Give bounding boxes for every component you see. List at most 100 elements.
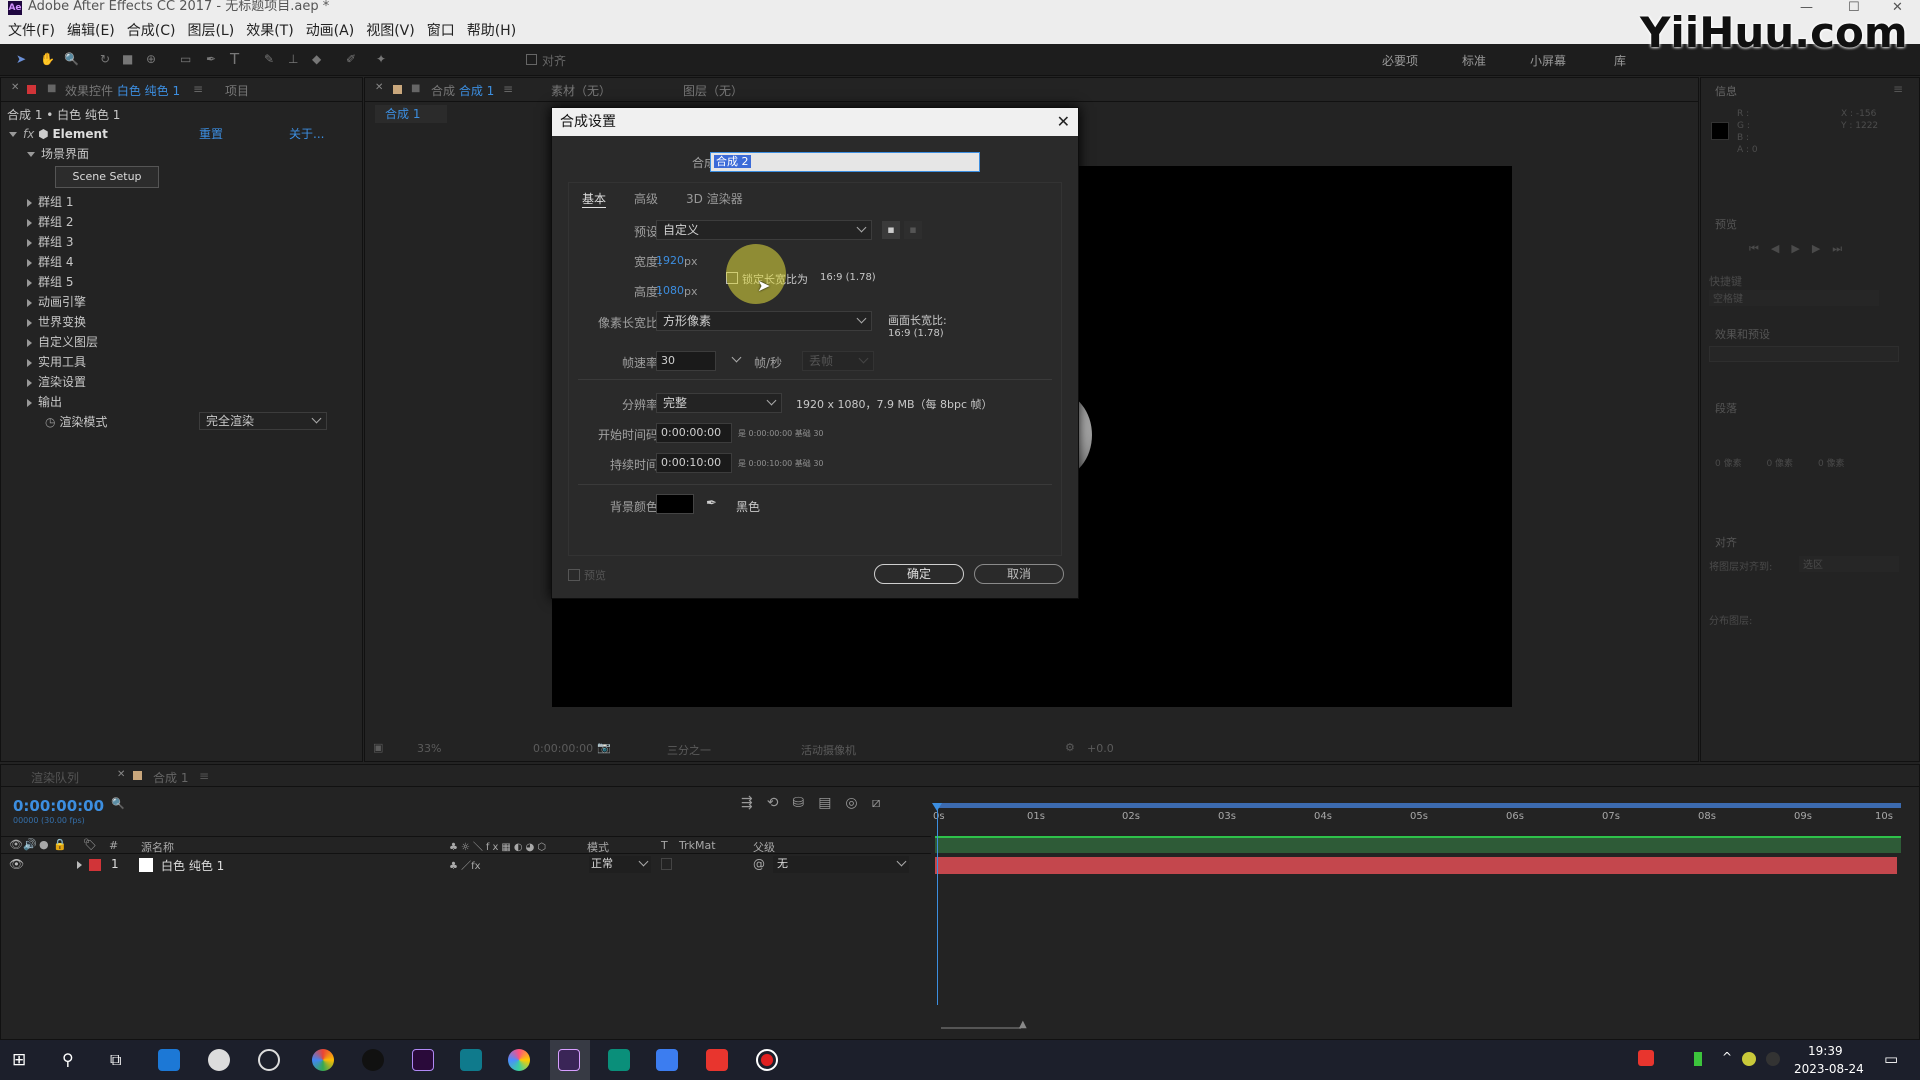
magnifier-app-icon[interactable] — [258, 1049, 280, 1071]
menu-layer[interactable]: 图层(L) — [187, 20, 234, 40]
always-preview-icon[interactable]: ▣ — [373, 741, 383, 754]
workspace-essentials[interactable]: 必要项 — [1382, 52, 1418, 69]
pin-tool-icon[interactable]: ✦ — [376, 52, 386, 66]
brush-tool-icon[interactable]: ✎ — [264, 52, 274, 66]
height-value[interactable]: 1080 — [656, 284, 684, 297]
preset-select[interactable]: 自定义 — [656, 220, 872, 240]
cancel-button[interactable]: 取消 — [974, 564, 1064, 584]
chrome-icon[interactable] — [312, 1049, 334, 1071]
playhead-handle[interactable] — [932, 803, 942, 811]
close-timeline-tab-icon[interactable]: ✕ — [117, 769, 125, 780]
stamp-tool-icon[interactable]: ⊥ — [288, 52, 298, 66]
hand-tool-icon[interactable]: ✋ — [40, 52, 55, 66]
tab-advanced[interactable]: 高级 — [634, 190, 658, 207]
layer-mode-select[interactable]: 正常 — [589, 856, 651, 873]
menu-help[interactable]: 帮助(H) — [467, 20, 516, 40]
comp-name-input[interactable]: 合成 2 — [710, 152, 980, 172]
camera-tool-icon[interactable]: ■ — [122, 52, 133, 66]
tab-3d-renderer[interactable]: 3D 渲染器 — [686, 190, 743, 207]
menu-animation[interactable]: 动画(A) — [306, 20, 355, 40]
workspace-standard[interactable]: 标准 — [1462, 52, 1486, 69]
delete-preset-icon[interactable]: ▪ — [904, 221, 922, 239]
camera-select[interactable]: 活动摄像机 — [801, 742, 856, 758]
menu-view[interactable]: 视图(V) — [366, 20, 415, 40]
shortcut-select[interactable]: 空格键 — [1709, 290, 1879, 306]
group-5-row[interactable]: 群组 5 — [1, 272, 361, 292]
group-2-row[interactable]: 群组 2 — [1, 212, 361, 232]
start-timecode-input[interactable]: 0:00:00:00 — [656, 423, 732, 443]
dialog-close-button[interactable]: ✕ — [1057, 108, 1070, 136]
notification-center-icon[interactable]: ▭ — [1884, 1050, 1898, 1068]
group-4-row[interactable]: 群组 4 — [1, 252, 361, 272]
info-panel-menu-icon[interactable]: ≡ — [1893, 82, 1903, 96]
resolution-select[interactable]: 完整 — [656, 393, 782, 413]
tray-sogou-icon[interactable] — [1638, 1050, 1654, 1066]
render-queue-tab[interactable]: 渲染队列 — [31, 769, 79, 786]
roto-tool-icon[interactable]: ✐ — [346, 52, 356, 66]
close-tab-icon[interactable]: ✕ — [11, 82, 19, 93]
qq-icon[interactable] — [362, 1049, 384, 1071]
menu-edit[interactable]: 编辑(E) — [67, 20, 115, 40]
lock-icon[interactable]: ■ — [47, 83, 56, 94]
ie-browser-icon[interactable] — [158, 1049, 180, 1071]
wps-icon[interactable] — [706, 1049, 728, 1071]
utilities-row[interactable]: 实用工具 — [1, 352, 361, 372]
reset-exposure-icon[interactable]: ⚙ — [1065, 741, 1075, 754]
background-color-swatch[interactable] — [656, 494, 694, 514]
windows-start-icon[interactable]: ⊞ — [12, 1050, 26, 1070]
playhead[interactable] — [937, 805, 938, 1005]
animation-engine-row[interactable]: 动画引擎 — [1, 292, 361, 312]
render-settings-row[interactable]: 渲染设置 — [1, 372, 361, 392]
pinwheel-app-icon[interactable] — [208, 1049, 230, 1071]
parent-pickwhip-icon[interactable]: @ — [753, 857, 765, 871]
timeline-search[interactable]: 🔍 — [111, 797, 723, 815]
tray-battery-icon[interactable] — [1694, 1052, 1702, 1066]
3dsmax-icon[interactable] — [460, 1049, 482, 1071]
timeline-current-time[interactable]: 0:00:00:00 — [13, 797, 104, 815]
close-comp-tab-icon[interactable]: ✕ — [375, 82, 383, 93]
taskbar-clock-time[interactable]: 19:39 — [1808, 1044, 1843, 1058]
group-3-row[interactable]: 群组 3 — [1, 232, 361, 252]
layer-switches[interactable]: ♣ ／fx — [449, 857, 481, 872]
timecode-display[interactable]: 0:00:00:00 — [533, 742, 593, 755]
rectangle-tool-icon[interactable]: ▭ — [180, 52, 191, 66]
layer-expand-icon[interactable] — [77, 861, 82, 869]
layer-row[interactable]: 👁 1 白色 纯色 1 ♣ ／fx 正常 @ 无 — [1, 855, 931, 875]
pen-tool-icon[interactable]: ✒ — [206, 52, 216, 66]
panel-menu-icon[interactable]: ≡ — [193, 82, 203, 96]
render-mode-select[interactable]: 完全渲染 — [199, 412, 327, 430]
snapshot-icon[interactable]: 📷 — [597, 741, 611, 754]
group-1-row[interactable]: 群组 1 — [1, 192, 361, 212]
scene-interface-row[interactable]: 场景界面 — [1, 144, 361, 164]
layer-visibility-icon[interactable]: 👁 — [9, 857, 24, 871]
colorful-app-icon[interactable] — [508, 1049, 530, 1071]
taskbar-search-icon[interactable]: ⚲ — [62, 1050, 74, 1069]
exposure-value[interactable]: +0.0 — [1087, 742, 1114, 755]
menu-file[interactable]: 文件(F) — [8, 20, 55, 40]
drop-frame-select[interactable]: 丢帧 — [802, 351, 874, 371]
effect-controls-tab-label[interactable]: 效果控件 白色 纯色 1 — [65, 82, 180, 99]
custom-layers-row[interactable]: 自定义图层 — [1, 332, 361, 352]
layer-name[interactable]: 白色 纯色 1 — [161, 857, 224, 874]
source-name-col-header[interactable]: 源名称 — [141, 839, 174, 855]
scene-setup-button[interactable]: Scene Setup — [55, 166, 159, 188]
workspace-small-screen[interactable]: 小屏幕 — [1530, 52, 1566, 69]
work-area-duration-bar[interactable] — [935, 836, 1901, 853]
tray-chevron-icon[interactable]: ^ — [1722, 1050, 1732, 1064]
frame-rate-dropdown[interactable] — [726, 351, 746, 371]
menu-composition[interactable]: 合成(C) — [127, 20, 176, 40]
eyedropper-icon[interactable]: ✒ — [706, 496, 717, 511]
timeline-zoom-in-icon[interactable]: ▲ — [1019, 1019, 1027, 1030]
selection-tool-icon[interactable]: ➤ — [16, 52, 26, 66]
project-tab[interactable]: 项目 — [225, 82, 249, 99]
quality-select[interactable]: 三分之一 — [667, 742, 711, 758]
tray-qq-icon[interactable] — [1766, 1052, 1780, 1066]
stopwatch-icon[interactable]: ◷ — [45, 415, 55, 429]
pan-tool-icon[interactable]: ⊕ — [146, 52, 156, 66]
workspace-library[interactable]: 库 — [1614, 52, 1626, 69]
comp-panel-menu-icon[interactable]: ≡ — [503, 82, 513, 96]
comp-tab-label[interactable]: 合成 合成 1 — [431, 82, 494, 99]
world-transform-row[interactable]: 世界变换 — [1, 312, 361, 332]
rotate-tool-icon[interactable]: ↻ — [100, 52, 110, 66]
screen-recorder-icon[interactable] — [756, 1049, 778, 1071]
